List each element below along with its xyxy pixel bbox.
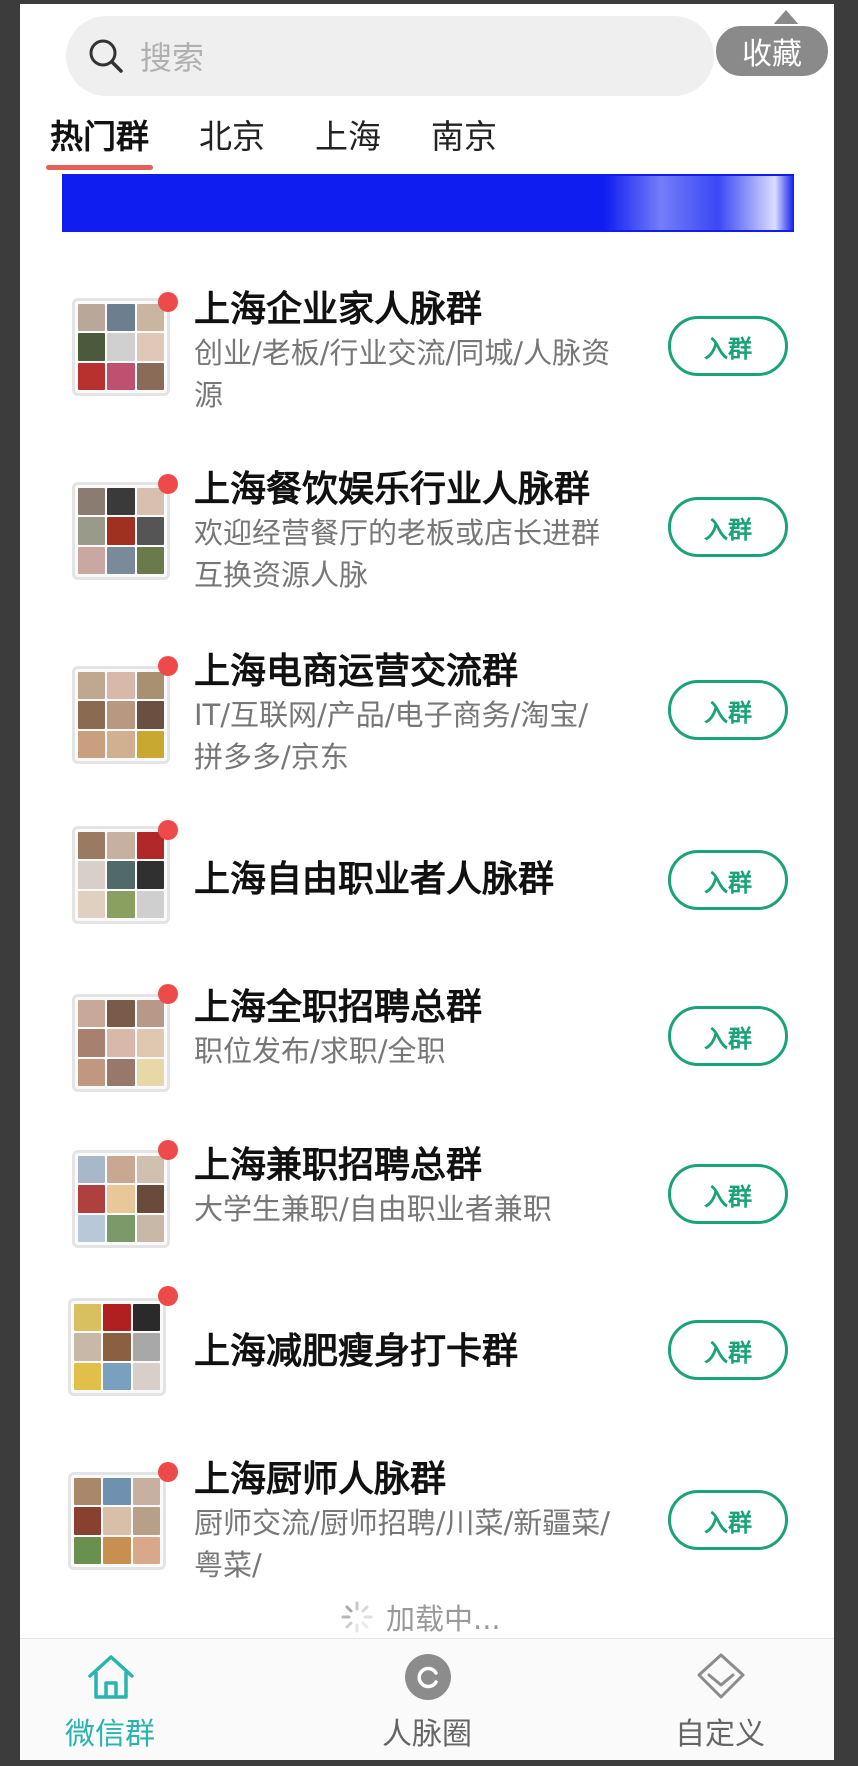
group-desc: IT/互联网/产品/电子商务/淘宝/拼多多/京东 [194, 698, 589, 774]
group-avatar [72, 826, 170, 924]
group-avatar [72, 1150, 170, 1248]
group-title: 上海餐饮娱乐行业人脉群 [194, 469, 591, 510]
nav-item-wechat-groups[interactable]: 微信群 [30, 1639, 190, 1760]
list-item[interactable]: 上海电商运营交流群 IT/互联网/产品/电子商务/淘宝/拼多多/京东 入群 [20, 616, 834, 776]
nav-label: 人脉圈 [382, 1717, 472, 1752]
favorite-popup: 收藏 [714, 4, 834, 84]
ad-banner[interactable] [62, 174, 794, 232]
group-desc: 职位发布/求职/全职 [194, 1034, 446, 1068]
join-group-button[interactable]: 入群 [668, 850, 788, 910]
join-group-button[interactable]: 入群 [668, 1006, 788, 1066]
bottom-nav: 微信群 人脉圈 自定义 [20, 1638, 834, 1760]
spinner-icon [341, 1601, 373, 1633]
group-avatar [72, 994, 170, 1092]
nav-label: 微信群 [65, 1717, 155, 1752]
tab-hot[interactable]: 热门群 [46, 110, 153, 170]
group-avatar [72, 482, 170, 580]
banner-graphic [604, 176, 794, 230]
unread-badge [158, 656, 178, 676]
group-title: 上海厨师人脉群 [194, 1459, 447, 1500]
list-item[interactable]: 上海自由职业者人脉群 入群 [20, 820, 834, 946]
join-group-button[interactable]: 入群 [668, 680, 788, 740]
group-title: 上海企业家人脉群 [194, 289, 483, 330]
join-group-button[interactable]: 入群 [668, 1164, 788, 1224]
unread-badge [158, 1462, 178, 1482]
join-group-button[interactable]: 入群 [668, 316, 788, 376]
home-icon [88, 1655, 134, 1699]
group-desc: 欢迎经营餐厅的老板或店长进群互换资源人脉 [194, 516, 601, 592]
search-placeholder: 搜索 [140, 39, 205, 77]
group-avatar [72, 298, 170, 396]
group-desc: 创业/老板/行业交流/同城/人脉资源 [194, 336, 611, 412]
unread-badge [158, 474, 178, 494]
list-item[interactable]: 上海餐饮娱乐行业人脉群 欢迎经营餐厅的老板或店长进群互换资源人脉 入群 [20, 434, 834, 594]
list-item[interactable]: 上海厨师人脉群 厨师交流/厨师招聘/川菜/新疆菜/粤菜/ 入群 [20, 1450, 834, 1600]
group-desc: 大学生兼职/自由职业者兼职 [194, 1192, 552, 1226]
group-title: 上海全职招聘总群 [194, 987, 483, 1028]
group-title: 上海兼职招聘总群 [194, 1145, 483, 1186]
loading-text: 加载中... [386, 1602, 501, 1636]
circle-icon [405, 1654, 451, 1700]
unread-badge [158, 984, 178, 1004]
unread-badge [158, 820, 178, 840]
list-item[interactable]: 上海全职招聘总群 职位发布/求职/全职 入群 [20, 978, 834, 1108]
join-group-button[interactable]: 入群 [668, 1320, 788, 1380]
tab-beijing[interactable]: 北京 [199, 110, 265, 166]
group-title: 上海自由职业者人脉群 [194, 859, 555, 900]
unread-badge [158, 1140, 178, 1160]
group-avatar [68, 1298, 166, 1396]
diamond-icon [697, 1653, 745, 1699]
list-item[interactable]: 上海兼职招聘总群 大学生兼职/自由职业者兼职 入群 [20, 1136, 834, 1266]
unread-badge [158, 1286, 178, 1306]
group-desc: 厨师交流/厨师招聘/川菜/新疆菜/粤菜/ [194, 1506, 611, 1582]
list-item[interactable]: 上海减肥瘦身打卡群 入群 [20, 1286, 834, 1410]
search-icon [89, 39, 123, 73]
tab-nanjing[interactable]: 南京 [431, 110, 497, 166]
nav-item-custom[interactable]: 自定义 [640, 1639, 800, 1760]
city-tabs: 热门群 北京 上海 南京 [46, 110, 547, 170]
join-group-button[interactable]: 入群 [668, 1490, 788, 1550]
group-title: 上海电商运营交流群 [194, 651, 519, 692]
group-avatar [68, 1472, 166, 1570]
list-item[interactable]: 上海企业家人脉群 创业/老板/行业交流/同城/人脉资源 入群 [20, 254, 834, 414]
group-title: 上海减肥瘦身打卡群 [194, 1331, 519, 1372]
loading-indicator: 加载中... [340, 1596, 501, 1638]
tab-shanghai[interactable]: 上海 [315, 110, 381, 166]
join-group-button[interactable]: 入群 [668, 497, 788, 557]
nav-label: 自定义 [675, 1717, 765, 1752]
favorite-button[interactable]: 收藏 [714, 24, 830, 78]
search-input[interactable]: 搜索 [66, 16, 714, 96]
app-screen: 搜索 收藏 热门群 北京 上海 南京 上海企业家人脉群 创业/老板/行业交流/同… [20, 4, 834, 1760]
unread-badge [158, 292, 178, 312]
group-avatar [72, 666, 170, 764]
nav-item-network-circle[interactable]: 人脉圈 [347, 1639, 507, 1760]
